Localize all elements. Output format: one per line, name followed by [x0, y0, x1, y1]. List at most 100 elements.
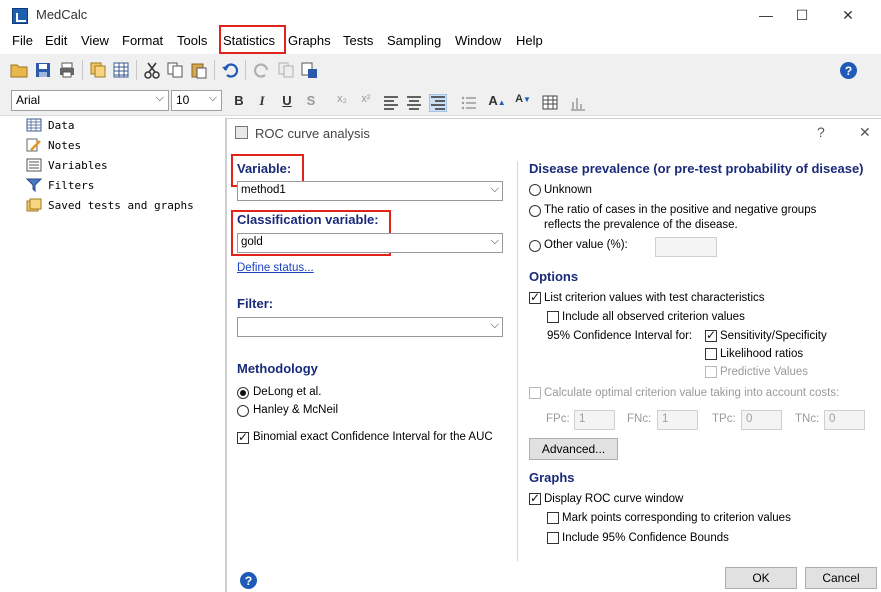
medcalc-logo-icon: [12, 8, 28, 24]
tree-item-saved-tests[interactable]: Saved tests and graphs: [26, 197, 194, 213]
likelihood-label: Likelihood ratios: [720, 348, 804, 360]
tpc-input[interactable]: 0: [741, 410, 782, 430]
tnc-label: TNc:: [795, 413, 820, 425]
menu-edit[interactable]: Edit: [45, 33, 67, 48]
italic-icon[interactable]: I: [253, 93, 271, 111]
other-value-radio[interactable]: [529, 240, 541, 252]
underline-icon[interactable]: U: [278, 93, 296, 111]
decrease-font-icon[interactable]: A▼: [514, 93, 532, 111]
copy-icon[interactable]: [166, 61, 184, 79]
likelihood-checkbox[interactable]: [705, 348, 717, 360]
cancel-button[interactable]: Cancel: [805, 567, 877, 589]
chevron-down-icon: ⌵: [490, 235, 499, 247]
dialog-close-button[interactable]: ✕: [859, 124, 871, 141]
tpc-label: TPc:: [712, 413, 736, 425]
optimal-criterion-checkbox[interactable]: [529, 387, 541, 399]
tree-item-data[interactable]: Data: [26, 117, 75, 133]
unknown-label: Unknown: [544, 184, 592, 196]
ok-button[interactable]: OK: [725, 567, 797, 589]
mark-points-checkbox[interactable]: [547, 512, 559, 524]
export-icon[interactable]: [300, 61, 318, 79]
subscript-icon[interactable]: x₂: [333, 93, 351, 111]
ci-for-label: 95% Confidence Interval for:: [547, 330, 693, 342]
superscript-icon[interactable]: x²: [357, 93, 375, 111]
maximize-button[interactable]: ☐: [779, 0, 825, 30]
print-icon[interactable]: [58, 61, 76, 79]
menu-view[interactable]: View: [81, 33, 109, 48]
chevron-down-icon: ⌵: [155, 92, 164, 104]
fnc-input[interactable]: 1: [657, 410, 698, 430]
undo-icon[interactable]: [221, 61, 239, 79]
toolbar-separator: [136, 60, 137, 80]
other-value-input[interactable]: [655, 237, 717, 257]
spreadsheet-icon[interactable]: [112, 61, 130, 79]
menu-tools[interactable]: Tools: [177, 33, 207, 48]
display-roc-label: Display ROC curve window: [544, 493, 684, 505]
predictive-checkbox[interactable]: [705, 366, 717, 378]
list-criterion-label: List criterion values with test characte…: [544, 292, 765, 304]
align-center-icon[interactable]: [405, 94, 423, 112]
tree-item-filters[interactable]: Filters: [26, 177, 94, 193]
font-select[interactable]: Arial ⌵: [11, 90, 169, 111]
dialog-help-button[interactable]: ?: [817, 124, 825, 140]
ratio-radio[interactable]: [529, 205, 541, 217]
hanley-radio[interactable]: [237, 405, 249, 417]
include-ci-bounds-label: Include 95% Confidence Bounds: [562, 532, 729, 544]
close-button[interactable]: ✕: [825, 0, 871, 30]
menu-graphs[interactable]: Graphs: [288, 33, 331, 48]
save-icon[interactable]: [34, 61, 52, 79]
filter-funnel-icon: [26, 178, 42, 192]
increase-font-icon[interactable]: A▲: [488, 93, 506, 111]
classification-select[interactable]: gold ⌵: [237, 233, 503, 253]
tree-item-variables[interactable]: Variables: [26, 157, 108, 173]
open-folder-icon[interactable]: [10, 61, 28, 79]
menu-file[interactable]: File: [12, 33, 33, 48]
menu-tests[interactable]: Tests: [343, 33, 373, 48]
menu-format[interactable]: Format: [122, 33, 163, 48]
chart-disabled-icon[interactable]: [569, 94, 587, 112]
graphs-heading: Graphs: [529, 470, 575, 485]
tree-item-label: Variables: [48, 158, 108, 172]
bold-icon[interactable]: B: [230, 93, 248, 111]
include-ci-bounds-checkbox[interactable]: [547, 532, 559, 544]
tnc-input[interactable]: 0: [824, 410, 865, 430]
cut-icon[interactable]: [143, 61, 161, 79]
classification-value: gold: [241, 236, 263, 248]
define-status-link[interactable]: Define status...: [237, 262, 314, 274]
align-left-icon[interactable]: [382, 94, 400, 112]
font-size-value: 10: [176, 93, 190, 107]
bullet-list-icon[interactable]: [460, 94, 478, 112]
include-all-label: Include all observed criterion values: [562, 311, 745, 323]
menu-sampling[interactable]: Sampling: [387, 33, 441, 48]
binomial-ci-checkbox[interactable]: [237, 430, 249, 444]
ratio-label-line2: reflects the prevalence of the disease.: [544, 219, 738, 231]
align-right-icon[interactable]: [429, 94, 447, 112]
sens-spec-checkbox[interactable]: [705, 328, 717, 342]
menu-help[interactable]: Help: [516, 33, 543, 48]
tree-item-label: Data: [48, 118, 75, 132]
unknown-radio[interactable]: [529, 184, 541, 196]
title-bar: MedCalc — ☐ ✕: [0, 0, 881, 30]
copy-disabled-icon[interactable]: [277, 61, 295, 79]
statistics-highlight-box: [219, 25, 286, 54]
list-criterion-checkbox[interactable]: [529, 290, 541, 304]
redo-icon[interactable]: [253, 61, 271, 79]
menu-window[interactable]: Window: [455, 33, 501, 48]
copy-files-icon[interactable]: [89, 61, 107, 79]
display-roc-checkbox[interactable]: [529, 491, 541, 505]
include-all-checkbox[interactable]: [547, 311, 559, 323]
table-edit-icon[interactable]: [542, 94, 560, 112]
predictive-label: Predictive Values: [720, 366, 808, 378]
font-size-select[interactable]: 10 ⌵: [171, 90, 222, 111]
delong-radio[interactable]: [237, 387, 249, 399]
advanced-button[interactable]: Advanced...: [529, 438, 618, 460]
variable-select[interactable]: method1 ⌵: [237, 181, 503, 201]
dialog-help-icon[interactable]: ?: [240, 572, 257, 589]
fpc-input[interactable]: 1: [574, 410, 615, 430]
strikethrough-icon[interactable]: S: [302, 93, 320, 111]
tree-item-notes[interactable]: Notes: [26, 137, 81, 153]
help-icon[interactable]: ?: [840, 62, 857, 79]
paste-icon[interactable]: [190, 61, 208, 79]
filter-select[interactable]: ⌵: [237, 317, 503, 337]
hanley-label: Hanley & McNeil: [253, 404, 338, 416]
